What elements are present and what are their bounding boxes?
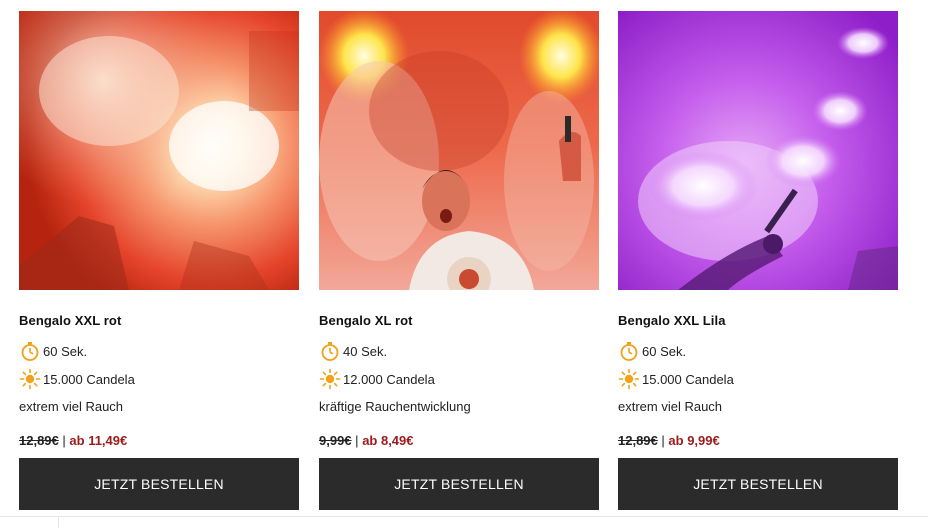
product-image-red-flare[interactable] <box>19 11 299 290</box>
order-button[interactable]: JETZT BESTELLEN <box>319 458 599 510</box>
stopwatch-icon <box>319 340 341 362</box>
price-line: 12,89€ | ab 11,49€ <box>19 433 127 448</box>
old-price: 12,89€ <box>618 433 658 448</box>
sun-icon <box>319 368 341 390</box>
duration-text: 60 Sek. <box>43 343 88 359</box>
order-button[interactable]: JETZT BESTELLEN <box>618 458 898 510</box>
product-card: Bengalo XL rot 40 Sek. 12.000 Candela kr… <box>319 0 599 528</box>
smoke-description: extrem viel Rauch <box>19 399 124 414</box>
product-grid: Bengalo XXL rot 60 Sek. 15.000 Candela e… <box>0 0 928 528</box>
price-separator: | <box>62 433 66 448</box>
product-card: Bengalo XXL rot 60 Sek. 15.000 Candela e… <box>19 0 299 528</box>
price-line: 12,89€ | ab 9,99€ <box>618 433 720 448</box>
divider <box>0 516 928 517</box>
brightness-text: 12.000 Candela <box>343 371 435 387</box>
brightness-text: 15.000 Candela <box>43 371 135 387</box>
sale-price: ab 9,99€ <box>668 433 720 448</box>
smoke-description: extrem viel Rauch <box>618 399 723 414</box>
divider <box>58 517 59 528</box>
sun-icon <box>618 368 640 390</box>
price-separator: | <box>355 433 359 448</box>
sale-price: ab 8,49€ <box>362 433 414 448</box>
feature-brightness: 15.000 Candela <box>618 368 734 390</box>
feature-duration: 60 Sek. <box>19 340 87 362</box>
feature-brightness: 12.000 Candela <box>319 368 435 390</box>
product-title[interactable]: Bengalo XXL rot <box>19 313 121 328</box>
order-button[interactable]: JETZT BESTELLEN <box>19 458 299 510</box>
stopwatch-icon <box>19 340 41 362</box>
old-price: 12,89€ <box>19 433 59 448</box>
product-card: Bengalo XXL Lila 60 Sek. 15.000 Candela … <box>618 0 898 528</box>
feature-duration: 40 Sek. <box>319 340 387 362</box>
product-title[interactable]: Bengalo XXL Lila <box>618 313 726 328</box>
brightness-text: 15.000 Candela <box>642 371 734 387</box>
product-image-purple-flare[interactable] <box>618 11 898 290</box>
price-separator: | <box>661 433 665 448</box>
product-title[interactable]: Bengalo XL rot <box>319 313 413 328</box>
sun-icon <box>19 368 41 390</box>
stopwatch-icon <box>618 340 640 362</box>
product-image-red-flares-fan[interactable] <box>319 11 599 290</box>
duration-text: 60 Sek. <box>642 343 687 359</box>
old-price: 9,99€ <box>319 433 352 448</box>
feature-duration: 60 Sek. <box>618 340 686 362</box>
feature-brightness: 15.000 Candela <box>19 368 135 390</box>
sale-price: ab 11,49€ <box>69 433 128 448</box>
duration-text: 40 Sek. <box>343 343 388 359</box>
price-line: 9,99€ | ab 8,49€ <box>319 433 414 448</box>
smoke-description: kräftige Rauchentwicklung <box>319 399 471 414</box>
